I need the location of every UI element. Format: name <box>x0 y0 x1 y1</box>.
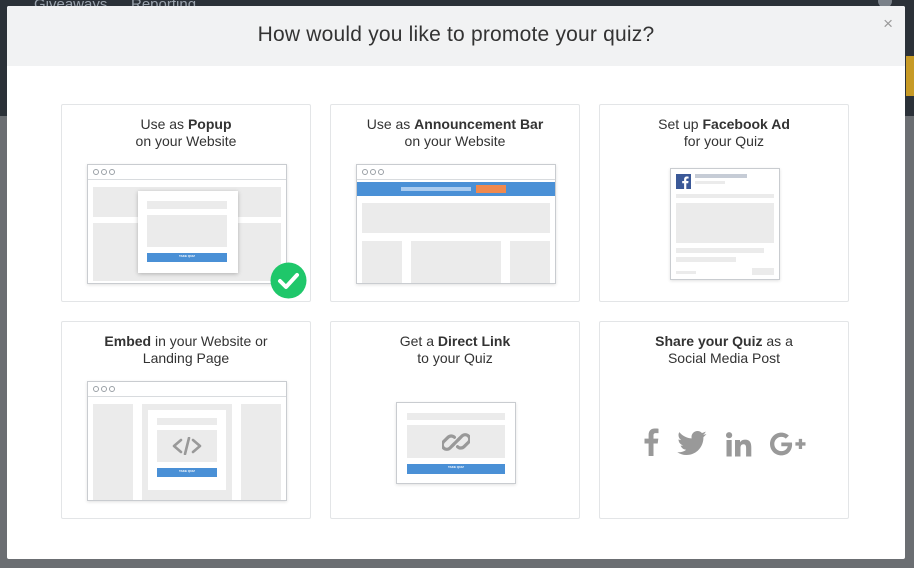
mock-take-quiz-button: TAKE QUIZ <box>179 254 195 258</box>
option-label: Set up Facebook Ad for your Quiz <box>658 116 790 149</box>
facebook-logo-icon <box>676 174 691 189</box>
background-yellow-button <box>906 56 914 96</box>
option-label: Use as Popup on your Website <box>135 116 237 149</box>
selected-check-icon <box>270 262 307 299</box>
link-icon <box>442 433 470 451</box>
option-label: Embed in your Website or Landing Page <box>104 333 268 366</box>
option-label: Share your Quiz as a Social Media Post <box>655 333 793 366</box>
mock-take-quiz-button: TAKE QUIZ <box>179 469 195 473</box>
direct-link-preview: TAKE QUIZ <box>396 402 516 484</box>
linkedin-icon <box>726 432 752 457</box>
option-card-announcement-bar[interactable]: Use as Announcement Bar on your Website <box>330 104 580 302</box>
option-card-direct-link[interactable]: Get a Direct Link to your Quiz TAKE QUIZ <box>330 321 580 519</box>
facebook-ad-preview <box>670 168 780 280</box>
popup-preview: TAKE QUIZ <box>87 164 287 284</box>
google-plus-icon <box>770 432 806 456</box>
embed-preview: TAKE QUIZ <box>87 381 287 501</box>
code-icon <box>172 437 202 455</box>
twitter-icon <box>677 431 707 455</box>
option-card-social-post[interactable]: Share your Quiz as a Social Media Post <box>599 321 849 519</box>
mock-take-quiz-button: TAKE QUIZ <box>448 465 464 469</box>
option-card-popup[interactable]: Use as Popup on your Website TAKE QUIZ <box>61 104 311 302</box>
facebook-icon <box>644 428 659 456</box>
option-card-embed[interactable]: Embed in your Website or Landing Page TA… <box>61 321 311 519</box>
option-label: Use as Announcement Bar on your Website <box>366 116 544 149</box>
close-button[interactable]: × <box>883 15 893 32</box>
modal-title: How would you like to promote your quiz? <box>257 23 655 46</box>
modal-header: How would you like to promote your quiz?… <box>7 6 905 66</box>
option-card-facebook-ad[interactable]: Set up Facebook Ad for your Quiz <box>599 104 849 302</box>
promote-quiz-modal: How would you like to promote your quiz?… <box>7 6 905 559</box>
option-label: Get a Direct Link to your Quiz <box>399 333 511 366</box>
announcement-bar-preview <box>356 164 556 284</box>
